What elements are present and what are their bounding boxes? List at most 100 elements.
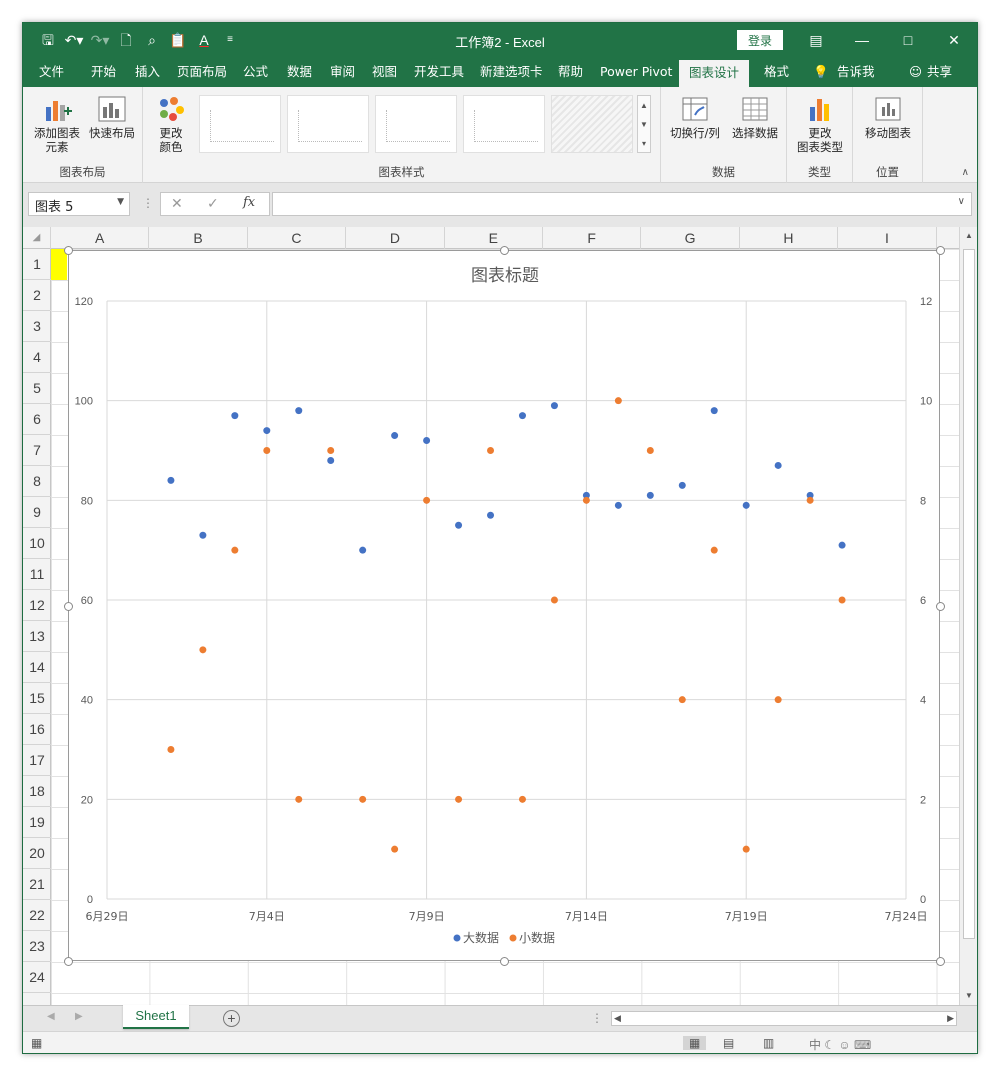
chart-resize-handle[interactable]: [64, 246, 73, 255]
ime-toolbar-icon[interactable]: 中 ☾ ☺ ⌨: [809, 1036, 871, 1053]
row-header-22[interactable]: 22: [23, 900, 51, 931]
macro-record-icon[interactable]: ▦: [31, 1036, 42, 1050]
row-header-23[interactable]: 23: [23, 931, 51, 962]
quick-layout-button[interactable]: 快速布局: [85, 95, 139, 140]
next-sheet-icon[interactable]: ▶: [75, 1011, 83, 1022]
row-header-9[interactable]: 9: [23, 497, 51, 528]
add-sheet-icon[interactable]: +: [223, 1010, 240, 1027]
row-header-11[interactable]: 11: [23, 559, 51, 590]
chart-resize-handle[interactable]: [64, 957, 73, 966]
row-header-10[interactable]: 10: [23, 528, 51, 559]
tab-help[interactable]: 帮助: [558, 57, 583, 87]
scroll-down-icon[interactable]: ▼: [963, 991, 975, 1003]
row-header-18[interactable]: 18: [23, 776, 51, 807]
row-header-19[interactable]: 19: [23, 807, 51, 838]
chart-style-4[interactable]: [463, 95, 545, 153]
tab-new-tab[interactable]: 新建选项卡: [480, 57, 543, 87]
column-header-h[interactable]: H: [740, 227, 839, 249]
tab-developer[interactable]: 开发工具: [414, 57, 464, 87]
expand-formula-icon[interactable]: ∨: [958, 196, 965, 207]
chevron-down-icon[interactable]: ▼: [117, 197, 124, 207]
row-header-7[interactable]: 7: [23, 435, 51, 466]
row-header-12[interactable]: 12: [23, 590, 51, 621]
select-all-corner[interactable]: ◢: [23, 227, 51, 249]
tab-review[interactable]: 审阅: [330, 57, 355, 87]
change-chart-type-button[interactable]: 更改 图表类型: [791, 95, 849, 154]
column-header-g[interactable]: G: [641, 227, 740, 249]
close-icon[interactable]: ✕: [931, 23, 977, 57]
row-header-13[interactable]: 13: [23, 621, 51, 652]
horizontal-scrollbar[interactable]: ◀ ▶: [611, 1011, 957, 1026]
vertical-scrollbar[interactable]: ▲ ▼: [959, 227, 977, 1005]
row-header-21[interactable]: 21: [23, 869, 51, 900]
tab-formulas[interactable]: 公式: [243, 57, 268, 87]
column-header-i[interactable]: I: [838, 227, 937, 249]
chart-styles-scroll[interactable]: ▲ ▼ ▾: [637, 95, 651, 153]
scroll-right-icon[interactable]: ▶: [947, 1013, 954, 1024]
tab-format[interactable]: 格式: [764, 57, 789, 87]
row-header-6[interactable]: 6: [23, 404, 51, 435]
tab-home[interactable]: 开始: [91, 57, 116, 87]
tab-chart-design[interactable]: 图表设计: [679, 60, 750, 87]
chart-style-2[interactable]: [287, 95, 369, 153]
chart-resize-handle[interactable]: [500, 957, 509, 966]
collapse-ribbon-icon[interactable]: ∧: [962, 167, 969, 178]
tab-file[interactable]: 文件: [39, 57, 64, 87]
chart-resize-handle[interactable]: [936, 957, 945, 966]
column-header-b[interactable]: B: [149, 227, 248, 249]
name-box[interactable]: 图表 5 ▼: [28, 192, 130, 216]
tab-data[interactable]: 数据: [287, 57, 312, 87]
row-header-2[interactable]: 2: [23, 280, 51, 311]
row-header-8[interactable]: 8: [23, 466, 51, 497]
chart-style-5[interactable]: [551, 95, 633, 153]
change-colors-button[interactable]: 更改 颜色: [149, 95, 193, 154]
page-break-view-icon[interactable]: ▥: [763, 1036, 774, 1050]
scroll-left-icon[interactable]: ◀: [614, 1013, 621, 1024]
move-chart-button[interactable]: 移动图表: [857, 95, 919, 140]
login-button[interactable]: 登录: [737, 30, 783, 50]
chart-resize-handle[interactable]: [936, 601, 945, 611]
ribbon-display-icon[interactable]: ▤: [793, 23, 839, 57]
sheet-tab-sheet1[interactable]: Sheet1: [123, 1005, 189, 1029]
scroll-up-icon[interactable]: ▲: [963, 231, 975, 243]
chart-object[interactable]: 图表标题 0 20 40 60 80 100 120 0 2 4 6 8 10 12 6月29日 7月4日 7月9…: [64, 246, 945, 966]
tab-power-pivot[interactable]: Power Pivot: [600, 57, 672, 87]
column-header-f[interactable]: F: [543, 227, 642, 249]
row-header-24[interactable]: 24: [23, 962, 51, 993]
normal-view-icon[interactable]: ▦: [683, 1036, 707, 1050]
tab-page-layout[interactable]: 页面布局: [177, 57, 227, 87]
chart-style-3[interactable]: [375, 95, 457, 153]
row-header-17[interactable]: 17: [23, 745, 51, 776]
row-header-5[interactable]: 5: [23, 373, 51, 404]
row-header-1[interactable]: 1: [23, 249, 51, 280]
row-header-14[interactable]: 14: [23, 652, 51, 683]
column-header-c[interactable]: C: [248, 227, 347, 249]
chart-style-1[interactable]: [199, 95, 281, 153]
row-header-20[interactable]: 20: [23, 838, 51, 869]
column-header-e[interactable]: E: [445, 227, 543, 249]
row-header-16[interactable]: 16: [23, 714, 51, 745]
enter-icon[interactable]: ✓: [207, 195, 219, 212]
tab-split-icon[interactable]: ⋮: [591, 1011, 603, 1025]
add-chart-element-button[interactable]: 添加图表 元素: [29, 95, 85, 154]
chart-resize-handle[interactable]: [500, 246, 509, 255]
share-button[interactable]: 共享: [927, 57, 952, 87]
minimize-icon[interactable]: —: [839, 23, 885, 57]
maximize-icon[interactable]: □: [885, 23, 931, 57]
tab-insert[interactable]: 插入: [135, 57, 160, 87]
row-header-3[interactable]: 3: [23, 311, 51, 342]
column-header-d[interactable]: D: [346, 227, 445, 249]
share-icon[interactable]: ☺: [909, 57, 922, 87]
select-data-button[interactable]: 选择数据: [727, 95, 783, 140]
cancel-icon[interactable]: ✕: [171, 195, 183, 212]
prev-sheet-icon[interactable]: ◀: [47, 1011, 55, 1022]
formula-input[interactable]: ∨: [272, 192, 972, 216]
chart-resize-handle[interactable]: [64, 601, 73, 611]
chart-resize-handle[interactable]: [936, 246, 945, 255]
page-layout-view-icon[interactable]: ▤: [723, 1036, 734, 1050]
insert-function-icon[interactable]: fx: [243, 195, 255, 210]
tab-view[interactable]: 视图: [372, 57, 397, 87]
switch-row-column-button[interactable]: 切换行/列: [667, 95, 723, 140]
lightbulb-icon[interactable]: 💡: [813, 57, 829, 87]
row-header-4[interactable]: 4: [23, 342, 51, 373]
